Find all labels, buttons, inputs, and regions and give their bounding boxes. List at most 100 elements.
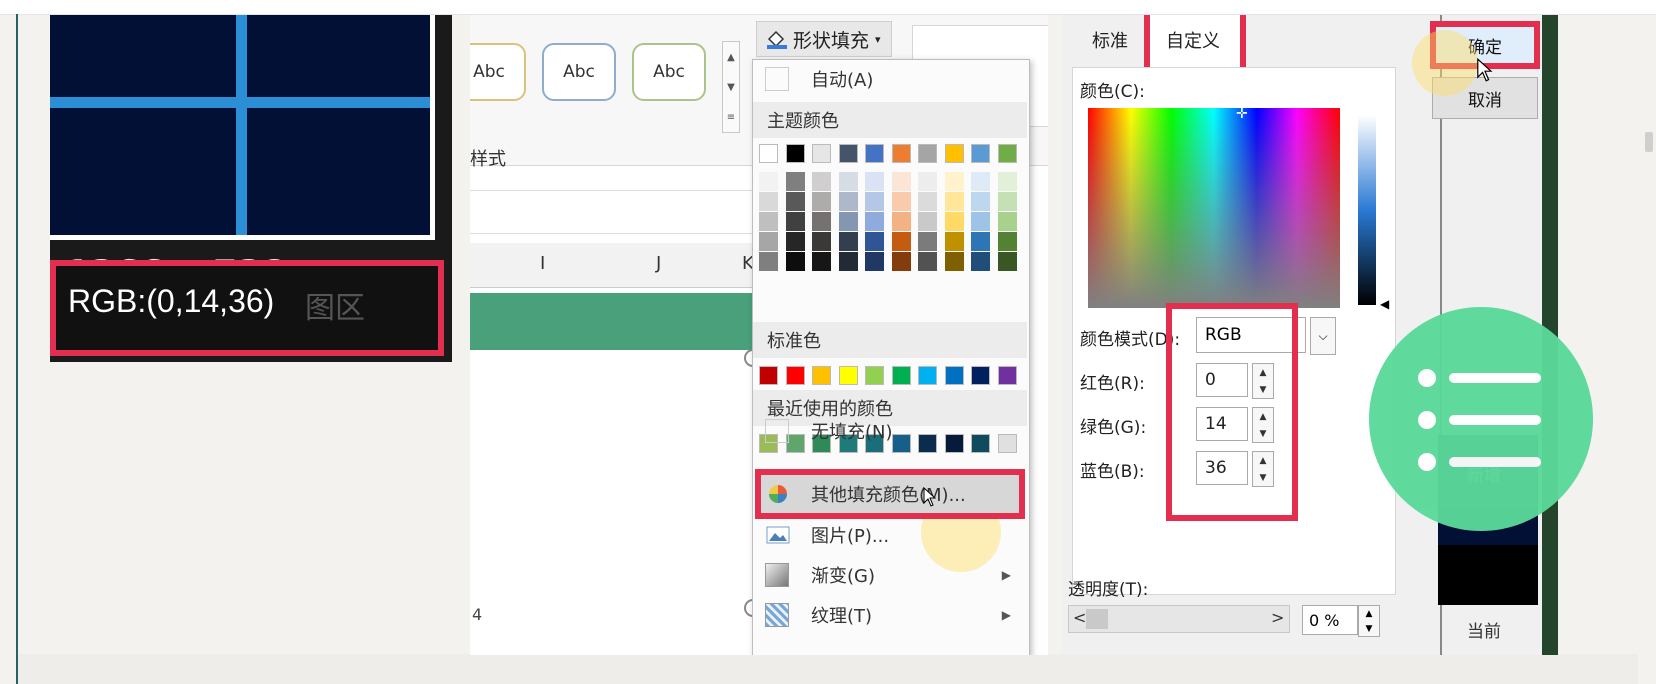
theme-shade-swatch[interactable] xyxy=(918,232,937,251)
menu-item-no-fill[interactable]: 无填充(N) xyxy=(753,412,1027,450)
color-spectrum[interactable]: ✛ xyxy=(1088,106,1340,308)
theme-shade-swatch[interactable] xyxy=(918,252,937,271)
style-gallery-scroll[interactable]: ▲ ▼ ≡ xyxy=(722,41,740,133)
standard-color-swatch[interactable] xyxy=(944,366,964,385)
chevron-down-icon[interactable]: ⌵ xyxy=(1310,317,1336,355)
menu-item-more-fill-colors[interactable]: 其他填充颜色(M)... xyxy=(753,475,1027,513)
transparency-thumb[interactable] xyxy=(1086,609,1108,629)
theme-shade-swatch[interactable] xyxy=(891,252,911,271)
theme-shade-swatch[interactable] xyxy=(865,252,884,271)
theme-shade-swatch[interactable] xyxy=(838,172,858,191)
formula-bar[interactable] xyxy=(470,190,760,234)
theme-shade-swatch[interactable] xyxy=(891,192,911,211)
theme-shade-swatch[interactable] xyxy=(944,232,964,251)
theme-shade-swatch[interactable] xyxy=(997,212,1017,231)
theme-color-swatch[interactable] xyxy=(838,144,858,163)
theme-shade-swatch[interactable] xyxy=(918,172,937,191)
theme-shade-swatch[interactable] xyxy=(944,212,964,231)
theme-shade-swatch[interactable] xyxy=(785,212,805,231)
theme-color-swatch[interactable] xyxy=(971,144,990,163)
standard-color-swatch[interactable] xyxy=(918,366,937,385)
theme-shade-swatch[interactable] xyxy=(785,252,805,271)
standard-color-swatch[interactable] xyxy=(891,366,911,385)
theme-shade-swatch[interactable] xyxy=(759,192,778,211)
theme-shade-swatch[interactable] xyxy=(812,212,831,231)
standard-color-swatch[interactable] xyxy=(759,366,778,385)
theme-shade-swatch[interactable] xyxy=(971,192,990,211)
transparency-input[interactable]: 0 % xyxy=(1302,605,1358,635)
theme-shade-swatch[interactable] xyxy=(785,232,805,251)
theme-shade-swatch[interactable] xyxy=(997,192,1017,211)
theme-shade-swatch[interactable] xyxy=(865,232,884,251)
standard-color-swatch[interactable] xyxy=(865,366,884,385)
theme-shade-swatch[interactable] xyxy=(838,192,858,211)
chevron-left-icon[interactable]: < xyxy=(1073,608,1086,627)
luminance-slider[interactable] xyxy=(1358,115,1376,305)
theme-shade-swatch[interactable] xyxy=(891,212,911,231)
shape-style-2[interactable]: Abc xyxy=(542,43,616,101)
theme-shade-swatch[interactable] xyxy=(891,232,911,251)
theme-color-swatch[interactable] xyxy=(918,144,937,163)
theme-shade-swatch[interactable] xyxy=(918,212,937,231)
theme-color-swatch[interactable] xyxy=(812,144,831,163)
theme-shade-swatch[interactable] xyxy=(971,232,990,251)
theme-shade-swatch[interactable] xyxy=(891,172,911,191)
standard-color-swatch[interactable] xyxy=(785,366,805,385)
theme-shade-swatch[interactable] xyxy=(759,212,778,231)
menu-item-auto[interactable]: 自动(A) xyxy=(753,60,1027,98)
theme-shade-swatch[interactable] xyxy=(812,172,831,191)
theme-shade-swatch[interactable] xyxy=(918,192,937,211)
page-scrollbar[interactable] xyxy=(1645,132,1653,152)
shape-style-1[interactable]: Abc xyxy=(470,43,526,101)
theme-shade-swatch[interactable] xyxy=(759,232,778,251)
theme-shade-swatch[interactable] xyxy=(997,172,1017,191)
theme-shade-swatch[interactable] xyxy=(812,232,831,251)
theme-shade-swatch[interactable] xyxy=(865,212,884,231)
menu-item-texture[interactable]: 纹理(T) ▶ xyxy=(753,596,1027,634)
transparency-stepper[interactable]: ▲ ▼ xyxy=(1358,605,1380,637)
chevron-down-icon[interactable]: ▼ xyxy=(1366,624,1373,634)
more-icon[interactable]: ≡ xyxy=(727,112,735,123)
theme-shade-swatch[interactable] xyxy=(785,172,805,191)
shape-fill-button[interactable]: 形状填充 ▾ xyxy=(756,21,892,57)
chevron-up-icon[interactable]: ▲ xyxy=(1366,609,1373,619)
theme-shade-swatch[interactable] xyxy=(971,172,990,191)
theme-shade-swatch[interactable] xyxy=(785,192,805,211)
menu-fab[interactable] xyxy=(1369,307,1593,531)
theme-shade-swatch[interactable] xyxy=(838,252,858,271)
tab-standard[interactable]: 标准 xyxy=(1092,27,1128,53)
theme-shade-swatch[interactable] xyxy=(944,192,964,211)
theme-shade-swatch[interactable] xyxy=(759,252,778,271)
standard-color-swatch[interactable] xyxy=(997,366,1017,385)
standard-color-swatch[interactable] xyxy=(812,366,831,385)
theme-color-swatch[interactable] xyxy=(865,144,884,163)
theme-shade-swatch[interactable] xyxy=(971,252,990,271)
theme-shade-swatch[interactable] xyxy=(997,252,1017,271)
standard-color-swatch[interactable] xyxy=(971,366,990,385)
menu-item-picture[interactable]: 图片(P)... xyxy=(753,516,1027,554)
chevron-right-icon[interactable]: > xyxy=(1271,608,1284,627)
theme-shade-swatch[interactable] xyxy=(838,232,858,251)
column-header-j[interactable]: J xyxy=(656,253,661,274)
theme-shade-swatch[interactable] xyxy=(944,252,964,271)
theme-shade-swatch[interactable] xyxy=(944,172,964,191)
theme-color-swatch[interactable] xyxy=(997,144,1017,163)
theme-shade-swatch[interactable] xyxy=(812,192,831,211)
standard-color-swatch[interactable] xyxy=(838,366,858,385)
chevron-down-icon[interactable]: ▼ xyxy=(727,82,735,93)
tab-custom[interactable]: 自定义 xyxy=(1166,27,1220,53)
menu-item-gradient[interactable]: 渐变(G) ▶ xyxy=(753,556,1027,594)
theme-shade-swatch[interactable] xyxy=(865,192,884,211)
worksheet-cells[interactable] xyxy=(470,355,760,655)
theme-shade-swatch[interactable] xyxy=(759,172,778,191)
theme-color-swatch[interactable] xyxy=(759,144,778,163)
theme-shade-swatch[interactable] xyxy=(997,232,1017,251)
selected-shape-row[interactable] xyxy=(470,293,760,350)
theme-color-swatch[interactable] xyxy=(944,144,964,163)
theme-color-swatch[interactable] xyxy=(785,144,805,163)
shape-style-3[interactable]: Abc xyxy=(632,43,706,101)
theme-shade-swatch[interactable] xyxy=(812,252,831,271)
theme-shade-swatch[interactable] xyxy=(971,212,990,231)
theme-shade-swatch[interactable] xyxy=(865,172,884,191)
theme-color-swatch[interactable] xyxy=(891,144,911,163)
